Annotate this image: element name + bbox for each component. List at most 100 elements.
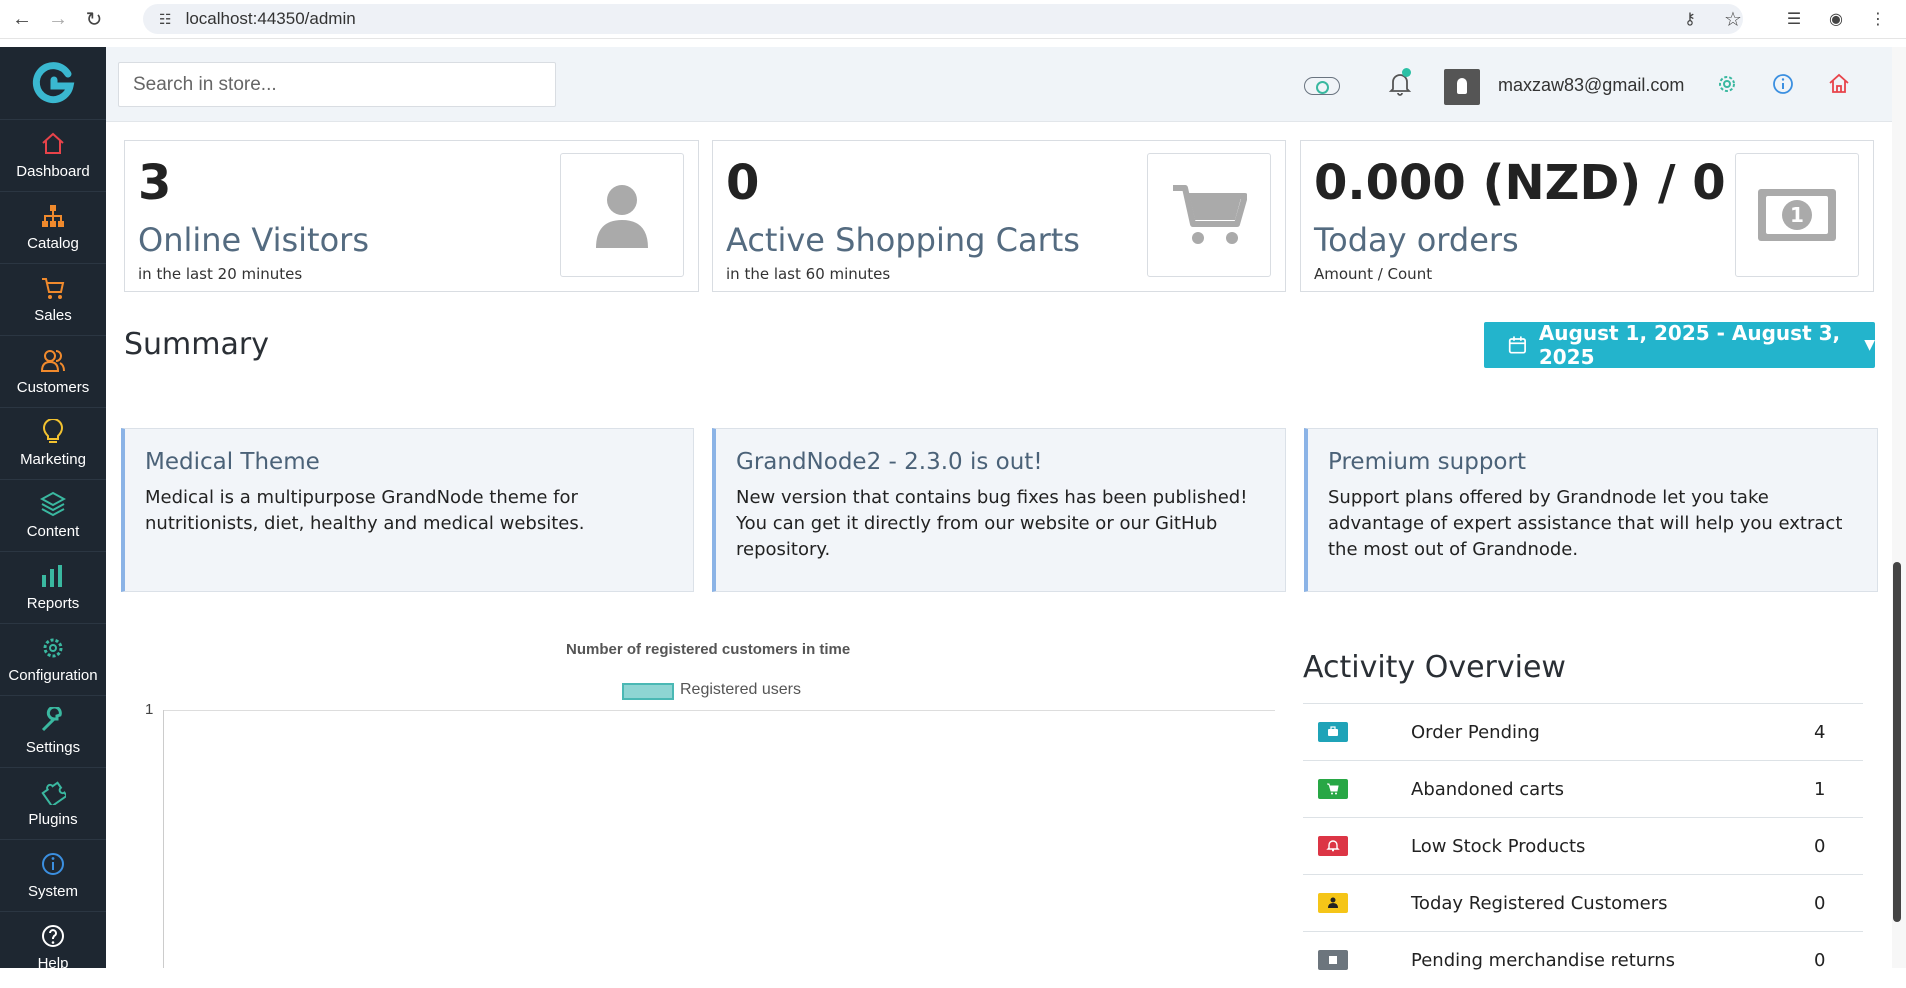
news-card: Premium support Support plans offered by… (1304, 428, 1878, 592)
activity-label[interactable]: Low Stock Products (1411, 836, 1585, 857)
activity-list: Order Pending 4 Abandoned carts 1 Low Stock … (1303, 703, 1863, 988)
chart-gridline (163, 710, 1275, 711)
sidebar-item-sales[interactable]: Sales (0, 263, 106, 335)
activity-count: 0 (1814, 892, 1826, 914)
stat-card-active-carts: 0 Active Shopping Carts in the last 60 m… (712, 140, 1286, 292)
news-card: GrandNode2 - 2.3.0 is out! New version t… (712, 428, 1286, 592)
sidebar-item-content[interactable]: Content (0, 479, 106, 551)
gear-icon[interactable] (1714, 71, 1740, 97)
cart-icon (42, 278, 65, 299)
scrollbar-thumb[interactable] (1893, 562, 1901, 922)
sidebar-item-label: Help (37, 955, 69, 972)
activity-count: 0 (1814, 949, 1826, 971)
activity-label[interactable]: Abandoned carts (1411, 779, 1564, 800)
sidebar-item-configuration[interactable]: Configuration (0, 623, 106, 695)
sidebar-item-label: Customers (16, 379, 90, 396)
bell-icon (1318, 836, 1348, 856)
stat-subtitle: in the last 20 minutes (138, 265, 303, 283)
layers-icon (40, 491, 66, 517)
news-title[interactable]: Premium support (1328, 449, 1857, 475)
y-tick-label: 1 (145, 701, 154, 718)
question-icon (42, 925, 64, 947)
sidebar-item-help[interactable]: Help (0, 911, 106, 983)
sidebar-item-label: System (27, 883, 78, 900)
star-icon[interactable]: ☆ (1721, 7, 1745, 31)
grandnode-logo[interactable] (0, 47, 106, 119)
users-icon (40, 350, 65, 372)
sidebar-item-label: Settings (25, 739, 81, 756)
activity-count: 1 (1814, 778, 1826, 800)
cart-icon (1318, 779, 1348, 799)
activity-label[interactable]: Today Registered Customers (1411, 893, 1668, 914)
back-arrow-icon[interactable]: ← (8, 5, 36, 33)
news-title[interactable]: GrandNode2 - 2.3.0 is out! (736, 449, 1265, 475)
stat-card-today-orders: 0.000 (NZD) / 0 Today orders Amount / Co… (1300, 140, 1874, 292)
stat-value: 0 (726, 155, 760, 211)
sidebar-item-dashboard[interactable]: Dashboard (0, 119, 106, 191)
sidebar-item-label: Configuration (8, 667, 98, 684)
reload-icon[interactable]: ↻ (80, 5, 108, 33)
activity-label[interactable]: Pending merchandise returns (1411, 950, 1675, 971)
user-icon (1318, 893, 1348, 913)
calendar-icon (1508, 336, 1526, 354)
stat-title: Today orders (1314, 221, 1519, 259)
activity-count: 0 (1814, 835, 1826, 857)
sidebar-item-catalog[interactable]: Catalog (0, 191, 106, 263)
activity-row[interactable]: Today Registered Customers 0 (1303, 874, 1863, 931)
theme-toggle[interactable] (1304, 77, 1340, 95)
activity-row[interactable]: Order Pending 4 (1303, 703, 1863, 760)
media-icon[interactable]: ☰ (1782, 7, 1806, 31)
profile-icon[interactable]: ◉ (1824, 7, 1848, 31)
forward-arrow-icon[interactable]: → (44, 5, 72, 33)
legend-label[interactable]: Registered users (680, 681, 801, 699)
briefcase-icon (1318, 722, 1348, 742)
news-card: Medical Theme Medical is a multipurpose … (121, 428, 694, 592)
sidebar-item-customers[interactable]: Customers (0, 335, 106, 407)
key-icon[interactable]: ⚷ (1678, 7, 1702, 31)
news-body: New version that contains bug fixes has … (736, 487, 1248, 560)
address-bar[interactable]: ☷ localhost:44350/admin (143, 4, 1743, 34)
info-icon (42, 853, 64, 875)
date-range-label: August 1, 2025 - August 3, 2025 (1538, 321, 1841, 369)
user-icon (560, 153, 684, 277)
sidebar-item-reports[interactable]: Reports (0, 551, 106, 623)
news-body: Support plans offered by Grandnode let y… (1328, 487, 1843, 560)
gear-icon (43, 638, 63, 658)
sidebar-item-plugins[interactable]: Plugins (0, 767, 106, 839)
stat-title: Online Visitors (138, 221, 369, 259)
sidebar-item-settings[interactable]: Settings (0, 695, 106, 767)
sidebar-item-system[interactable]: System (0, 839, 106, 911)
bar-chart-icon (42, 565, 62, 587)
notification-dot (1402, 68, 1411, 77)
avatar[interactable] (1444, 69, 1480, 105)
sidebar: Dashboard Catalog Sales Customers Marketing C… (0, 47, 106, 972)
home-icon (42, 132, 64, 154)
sidebar-item-label: Plugins (28, 811, 78, 828)
search-input[interactable] (118, 62, 556, 107)
news-title[interactable]: Medical Theme (145, 449, 673, 475)
sidebar-item-label: Dashboard (16, 163, 90, 180)
sidebar-item-label: Sales (34, 307, 72, 324)
date-range-picker-button[interactable]: August 1, 2025 - August 3, 2025 ▼ (1484, 321, 1875, 369)
sidebar-item-marketing[interactable]: Marketing (0, 407, 106, 479)
activity-row[interactable]: Low Stock Products 0 (1303, 817, 1863, 874)
menu-icon[interactable]: ⋮ (1866, 7, 1890, 31)
activity-count: 4 (1814, 721, 1826, 743)
stat-title: Active Shopping Carts (726, 221, 1080, 259)
activity-label[interactable]: Order Pending (1411, 722, 1540, 743)
stat-subtitle: Amount / Count (1314, 265, 1433, 283)
cart-icon (1147, 153, 1271, 277)
activity-row[interactable]: Pending merchandise returns 0 (1303, 931, 1863, 988)
user-email[interactable]: maxzaw83@gmail.com (1498, 75, 1684, 96)
sidebar-item-label: Catalog (27, 235, 79, 252)
browser-toolbar: ← → ↻ ☷ localhost:44350/admin ⚷ ☆ ☰ ◉ ⋮ (0, 0, 1906, 39)
activity-row[interactable]: Abandoned carts 1 (1303, 760, 1863, 817)
legend-swatch[interactable] (622, 683, 674, 700)
stat-value: 3 (138, 155, 172, 211)
home-icon[interactable] (1826, 71, 1852, 97)
info-icon[interactable] (1770, 71, 1796, 97)
stat-card-online-visitors: 3 Online Visitors in the last 20 minutes (124, 140, 699, 292)
sidebar-item-label: Marketing (20, 451, 86, 468)
site-settings-icon[interactable]: ☷ (159, 11, 172, 28)
admin-header: maxzaw83@gmail.com (106, 47, 1892, 122)
